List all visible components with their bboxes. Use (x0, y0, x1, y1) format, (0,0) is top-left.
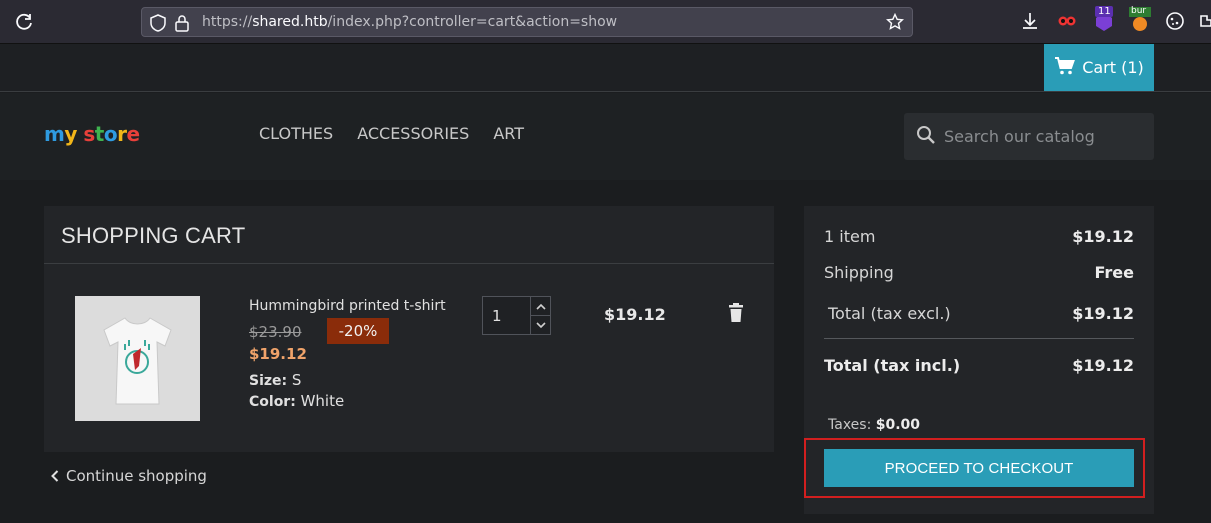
quantity-increase-button[interactable] (530, 297, 550, 316)
line-total: $19.12 (604, 305, 666, 324)
extensions-puzzle-icon[interactable] (1199, 10, 1211, 32)
delete-item-icon[interactable] (727, 303, 745, 327)
nav-clothes[interactable]: CLOTHES (259, 124, 333, 143)
burp-extension-label: bur (1131, 6, 1147, 16)
shop-top-bar: Cart (1) (0, 44, 1211, 92)
proceed-to-checkout-button[interactable]: PROCEED TO CHECKOUT (824, 449, 1134, 487)
color-label: Color: (249, 394, 296, 410)
quantity-input[interactable] (483, 297, 531, 334)
chevron-left-icon (51, 470, 59, 482)
url-text[interactable]: https://shared.htb/index.php?controller=… (202, 14, 617, 30)
quantity-decrease-button[interactable] (530, 316, 550, 335)
url-path: /index.php?controller=cart&action=show (327, 14, 618, 30)
extension-badge-count: 11 (1098, 6, 1111, 17)
browser-toolbar: https://shared.htb/index.php?controller=… (0, 0, 1211, 44)
summary-total-excl-label: Total (tax excl.) (828, 304, 951, 323)
summary-items-label: 1 item (824, 227, 876, 246)
site-header: my store CLOTHES ACCESSORIES ART (0, 93, 1211, 180)
cart-button[interactable]: Cart (1) (1044, 44, 1154, 91)
summary-total-incl-value: $19.12 (1072, 356, 1134, 375)
discount-badge: -20% (327, 318, 389, 344)
download-icon[interactable] (1019, 10, 1041, 32)
cart-button-label: Cart (1) (1082, 58, 1144, 77)
sale-price: $19.12 (249, 345, 307, 363)
regular-price: $23.90 (249, 323, 302, 341)
search-icon[interactable] (916, 125, 936, 149)
shield-icon[interactable] (150, 14, 166, 36)
color-value: White (300, 392, 345, 410)
svg-text:my store: my store (44, 123, 140, 146)
url-prefix: https:// (202, 14, 253, 30)
product-name[interactable]: Hummingbird printed t-shirt (249, 298, 446, 314)
product-image[interactable] (75, 296, 200, 421)
size-attribute: Size: S (249, 371, 301, 389)
search-input[interactable] (944, 123, 1144, 150)
url-host: shared.htb (252, 14, 328, 30)
extension-badge-icon[interactable]: 11 (1093, 6, 1115, 31)
extension-owl-icon[interactable] (1056, 10, 1078, 32)
taxes-label: Taxes: (828, 417, 872, 433)
bookmark-star-icon[interactable] (885, 12, 905, 35)
shopping-cart-panel: SHOPPING CART Hummingbird printed t-shir… (44, 206, 774, 452)
summary-total-incl-label: Total (tax incl.) (824, 356, 961, 375)
continue-shopping-link[interactable]: Continue shopping (51, 467, 207, 485)
cart-summary: 1 item $19.12 Shipping Free Total (tax e… (804, 206, 1154, 514)
chevron-up-icon (535, 303, 546, 310)
size-value: S (291, 371, 302, 389)
nav-art[interactable]: ART (493, 124, 524, 143)
store-logo[interactable]: my store (44, 122, 144, 154)
quantity-stepper (482, 296, 551, 335)
store-logo-art: my store (44, 122, 140, 146)
reload-icon[interactable] (13, 11, 35, 33)
shopping-cart-icon (1054, 56, 1076, 80)
summary-total-excl-value: $19.12 (1072, 304, 1134, 323)
address-bar[interactable]: https://shared.htb/index.php?controller=… (141, 7, 913, 37)
summary-shipping-value: Free (1094, 263, 1135, 282)
taxes-line: Taxes: $0.00 (828, 417, 920, 433)
summary-items-value: $19.12 (1072, 227, 1134, 246)
main-nav: CLOTHES ACCESSORIES ART (259, 124, 524, 143)
divider (44, 263, 774, 264)
chevron-down-icon (535, 322, 546, 329)
search-box (904, 113, 1154, 160)
page-title: SHOPPING CART (61, 223, 246, 248)
nav-accessories[interactable]: ACCESSORIES (357, 124, 469, 143)
color-attribute: Color: White (249, 392, 344, 410)
size-label: Size: (249, 373, 288, 389)
continue-shopping-label: Continue shopping (66, 467, 207, 485)
lock-icon[interactable] (174, 14, 190, 36)
divider (824, 338, 1134, 339)
burp-extension-icon[interactable]: bur (1129, 6, 1151, 31)
cookie-extension-icon[interactable] (1164, 10, 1186, 32)
taxes-value: $0.00 (875, 417, 921, 433)
summary-shipping-label: Shipping (824, 263, 894, 282)
